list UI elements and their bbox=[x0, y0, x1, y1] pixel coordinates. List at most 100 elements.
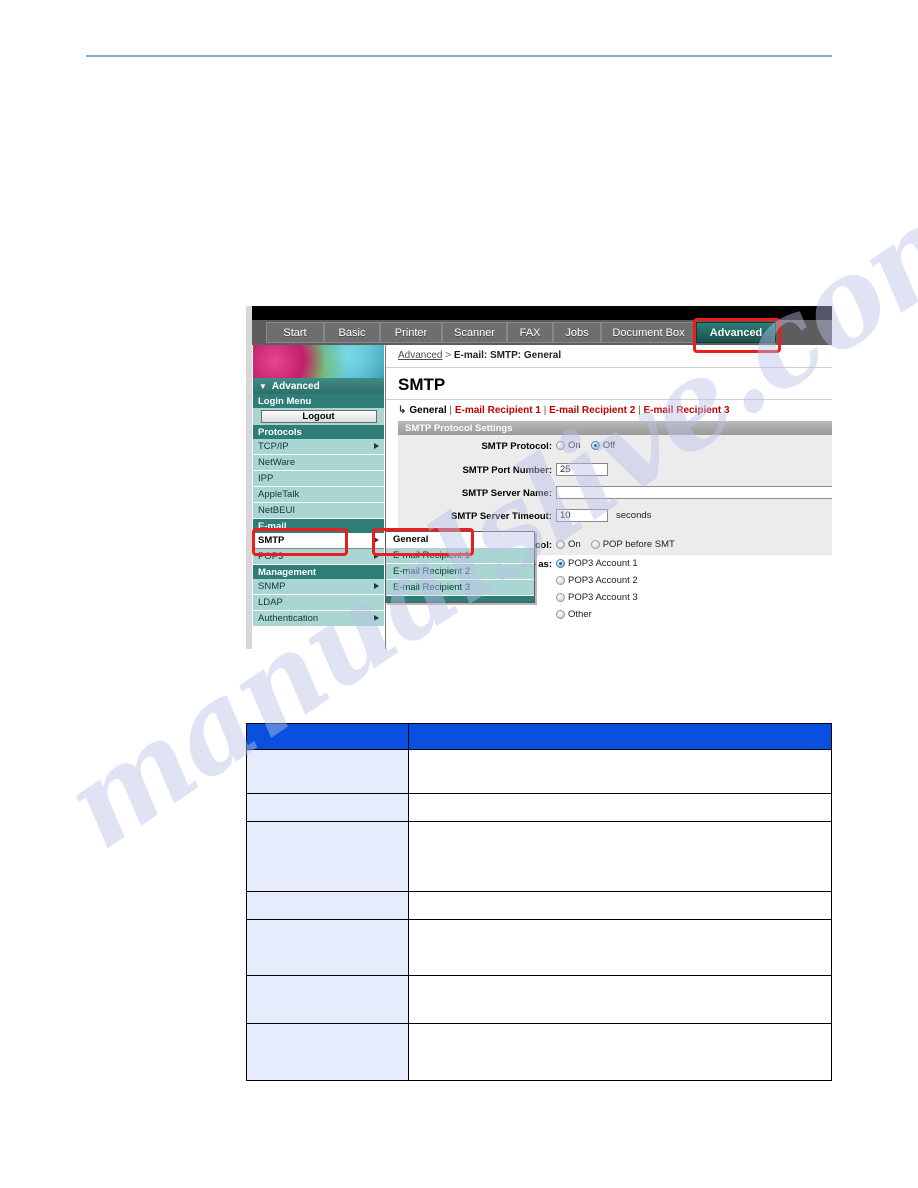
other-radio[interactable] bbox=[556, 610, 565, 619]
main-tab-bar: Start Basic Printer Scanner FAX Jobs Doc… bbox=[252, 320, 832, 345]
sidebar-item-snmp[interactable]: SNMP bbox=[253, 579, 384, 595]
flyout-item-email-recipient-1[interactable]: E-mail Recipient 1 bbox=[386, 548, 534, 564]
flyout-item-general[interactable]: General bbox=[386, 532, 534, 548]
breadcrumb-separator: > bbox=[445, 350, 452, 361]
sidebar-item-label: POP3 bbox=[258, 551, 284, 562]
flyout-item-email-recipient-3[interactable]: E-mail Recipient 3 bbox=[386, 580, 534, 596]
smtp-protocol-radio-group: On Off bbox=[556, 440, 625, 451]
auth-protocol-on-label: On bbox=[568, 539, 581, 550]
sidebar-item-ipp[interactable]: IPP bbox=[253, 471, 384, 487]
table-cell-key bbox=[246, 919, 409, 976]
table-row bbox=[246, 975, 832, 1024]
table-cell-key bbox=[246, 891, 409, 920]
sidebar-item-label: Authentication bbox=[258, 613, 319, 624]
sidebar-login-menu: Login Menu bbox=[253, 394, 384, 408]
tab-basic[interactable]: Basic bbox=[324, 322, 380, 343]
section-header-smtp-protocol-settings: SMTP Protocol Settings bbox=[398, 421, 832, 435]
smtp-port-input[interactable]: 25 bbox=[556, 463, 608, 476]
smtp-timeout-unit: seconds bbox=[616, 510, 652, 521]
authenticate-as-option-other: Other bbox=[556, 609, 592, 620]
pop3-account-1-label: POP3 Account 1 bbox=[568, 558, 638, 569]
smtp-protocol-label: SMTP Protocol: bbox=[481, 441, 552, 452]
sidebar-item-tcpip[interactable]: TCP/IP bbox=[253, 439, 384, 455]
submenu-arrow-icon bbox=[374, 583, 379, 589]
authenticate-as-option-3: POP3 Account 3 bbox=[556, 592, 638, 603]
tab-document-box[interactable]: Document Box bbox=[601, 322, 696, 343]
subtab-email-recipient-1[interactable]: E-mail Recipient 1 bbox=[455, 405, 541, 416]
submenu-arrow-icon bbox=[374, 615, 379, 621]
table-row bbox=[246, 891, 832, 920]
table-row bbox=[246, 793, 832, 822]
sidebar-item-netware[interactable]: NetWare bbox=[253, 455, 384, 471]
breadcrumb: Advanced > E-mail: SMTP: General bbox=[398, 350, 561, 361]
sidebar-item-label: SMTP bbox=[258, 535, 285, 546]
subtab-email-recipient-2[interactable]: E-mail Recipient 2 bbox=[549, 405, 635, 416]
auth-protocol-pop-before-smtp-label: POP before SMT bbox=[602, 539, 675, 550]
table-header-description bbox=[408, 723, 832, 750]
settings-description-table bbox=[246, 723, 832, 1081]
sidebar-item-label: SNMP bbox=[258, 581, 286, 592]
page-title: SMTP bbox=[398, 375, 446, 394]
sidebar-item-pop3[interactable]: POP3 bbox=[253, 549, 384, 565]
table-cell-key bbox=[246, 821, 409, 892]
table-cell-key bbox=[246, 749, 409, 794]
tab-printer[interactable]: Printer bbox=[380, 322, 442, 343]
pop3-account-1-radio[interactable] bbox=[556, 559, 565, 568]
subtab-email-recipient-3[interactable]: E-mail Recipient 3 bbox=[643, 405, 729, 416]
table-cell-value bbox=[408, 821, 832, 892]
pop3-account-3-label: POP3 Account 3 bbox=[568, 592, 638, 603]
subtabs-divider bbox=[386, 399, 832, 400]
smtp-protocol-on-radio[interactable] bbox=[556, 441, 565, 450]
chevron-down-icon: ▼ bbox=[259, 381, 267, 391]
logout-button[interactable]: Logout bbox=[260, 410, 377, 423]
logout-button-row: Logout bbox=[253, 408, 384, 425]
smtp-port-label: SMTP Port Number: bbox=[462, 465, 552, 476]
authenticate-as-option-1: POP3 Account 1 bbox=[556, 558, 638, 569]
submenu-arrow-icon bbox=[374, 537, 379, 543]
left-sidebar: ▼ Advanced Login Menu Logout Protocols T… bbox=[252, 345, 386, 649]
auth-protocol-radio-group: On POP before SMT bbox=[556, 539, 685, 550]
table-cell-value bbox=[408, 793, 832, 822]
breadcrumb-root-link[interactable]: Advanced bbox=[398, 350, 442, 361]
tab-advanced[interactable]: Advanced bbox=[696, 322, 776, 343]
flyout-footer bbox=[386, 596, 534, 602]
subtab-row: ↳ General | E-mail Recipient 1 | E-mail R… bbox=[398, 405, 730, 416]
subtab-hook-icon: ↳ bbox=[398, 405, 407, 416]
table-cell-key bbox=[246, 793, 409, 822]
sidebar-header-advanced[interactable]: ▼ Advanced bbox=[253, 378, 384, 394]
tab-start[interactable]: Start bbox=[266, 322, 324, 343]
sidebar-item-label: AppleTalk bbox=[258, 489, 300, 500]
smtp-server-name-label: SMTP Server Name: bbox=[461, 488, 552, 499]
embedded-browser-screenshot: Start Basic Printer Scanner FAX Jobs Doc… bbox=[246, 306, 832, 649]
subtab-general[interactable]: General bbox=[409, 405, 446, 416]
table-header-item bbox=[246, 723, 409, 750]
tab-fax[interactable]: FAX bbox=[507, 322, 553, 343]
table-row bbox=[246, 821, 832, 892]
flyout-item-email-recipient-2[interactable]: E-mail Recipient 2 bbox=[386, 564, 534, 580]
sidebar-item-label: IPP bbox=[258, 473, 274, 484]
other-label: Other bbox=[568, 609, 592, 620]
smtp-timeout-input[interactable]: 10 bbox=[556, 509, 608, 522]
table-row bbox=[246, 749, 832, 794]
smtp-server-name-input[interactable] bbox=[556, 486, 832, 499]
auth-protocol-pop-before-smtp-radio[interactable] bbox=[590, 540, 600, 549]
sidebar-header-email: E-mail bbox=[253, 519, 384, 533]
tab-scanner[interactable]: Scanner bbox=[442, 322, 507, 343]
auth-protocol-on-radio[interactable] bbox=[556, 540, 565, 549]
subtab-separator: | bbox=[543, 405, 547, 416]
sidebar-item-label: NetWare bbox=[258, 457, 296, 468]
table-cell-value bbox=[408, 749, 832, 794]
pop3-account-2-radio[interactable] bbox=[556, 576, 565, 585]
sidebar-item-netbeui[interactable]: NetBEUI bbox=[253, 503, 384, 519]
smtp-protocol-off-radio[interactable] bbox=[590, 441, 600, 450]
table-cell-value bbox=[408, 1023, 832, 1081]
tab-jobs[interactable]: Jobs bbox=[553, 322, 601, 343]
sidebar-item-smtp[interactable]: SMTP bbox=[253, 533, 384, 549]
sidebar-item-appletalk[interactable]: AppleTalk bbox=[253, 487, 384, 503]
table-row bbox=[246, 919, 832, 976]
pop3-account-3-radio[interactable] bbox=[556, 593, 565, 602]
submenu-arrow-icon bbox=[374, 553, 379, 559]
sidebar-item-ldap[interactable]: LDAP bbox=[253, 595, 384, 611]
breadcrumb-current: E-mail: SMTP: General bbox=[453, 350, 562, 361]
sidebar-item-authentication[interactable]: Authentication bbox=[253, 611, 384, 627]
